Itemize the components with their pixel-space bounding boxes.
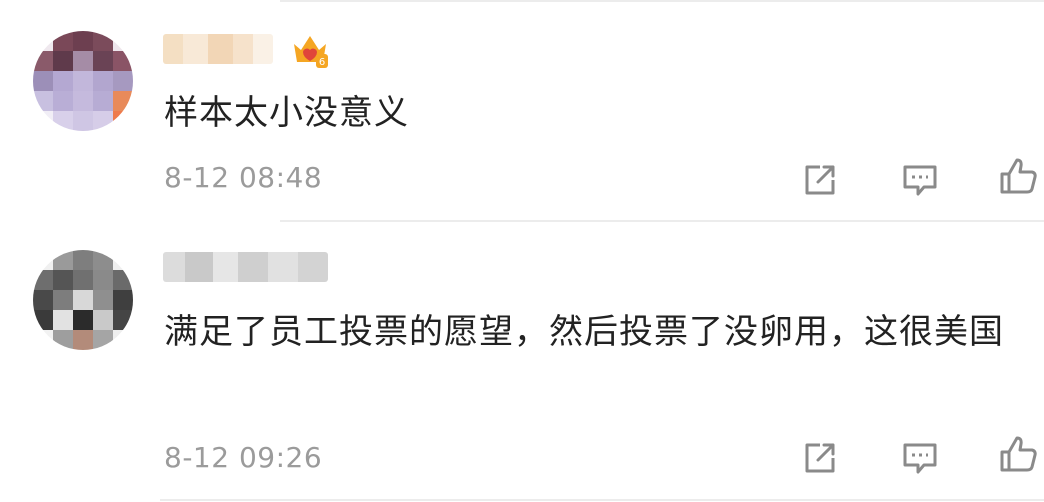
like-icon [1000,436,1037,472]
vip-crown-badge-icon: 6 [290,30,330,70]
timestamp: 8-12 08:48 [164,161,323,194]
comment-button[interactable] [900,160,940,200]
like-button[interactable] [998,434,1038,474]
comment-item: 6 样本太小没意义 8-12 08:48 [0,0,1044,222]
like-button[interactable] [998,156,1038,196]
share-icon [805,443,835,473]
comment-icon [903,443,937,474]
comment-button[interactable] [900,438,940,478]
comment-text: 样本太小没意义 [164,93,409,133]
avatar[interactable] [33,250,133,350]
share-button[interactable] [800,160,840,200]
comment-item: 满足了员工投票的愿望，然后投票了没卵用，这很美国 8-12 09:26 [0,222,1044,502]
comment-icon [903,165,937,196]
comment-text: 满足了员工投票的愿望，然后投票了没卵用，这很美国 [164,312,1004,352]
avatar[interactable] [33,31,133,131]
timestamp: 8-12 09:26 [164,441,323,474]
svg-text:6: 6 [319,57,325,68]
share-icon [805,165,835,195]
bottom-divider [160,499,1044,501]
username-blurred[interactable] [163,252,328,282]
share-button[interactable] [800,438,840,478]
like-icon [1000,158,1037,194]
username-blurred[interactable] [163,34,273,64]
